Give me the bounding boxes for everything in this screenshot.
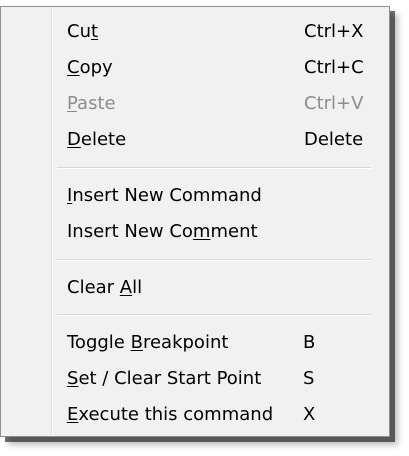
menu-item-label: Insert New Command <box>67 185 262 206</box>
menu-item-toggle-breakpoint[interactable]: Toggle Breakpoint B <box>67 325 373 361</box>
menu-item-copy[interactable]: Copy Ctrl+C <box>67 50 373 86</box>
menu-separator <box>57 314 371 316</box>
menu-item-delete[interactable]: Delete Delete <box>67 122 373 158</box>
menu-item-label: Copy <box>67 57 113 78</box>
menu-item-label: Set / Clear Start Point <box>67 368 262 389</box>
mnemonic-letter: t <box>90 21 99 42</box>
menu-item-insert-new-comment[interactable]: Insert New Comment <box>67 214 373 250</box>
menu-item-label: Execute this command <box>67 404 274 425</box>
menu-item-cut[interactable]: Cut Ctrl+X <box>67 14 373 50</box>
menu-item-shortcut: Ctrl+X <box>304 21 364 42</box>
mnemonic-letter: P <box>67 93 78 114</box>
menu-separator <box>57 259 371 261</box>
menu-item-label: Clear All <box>67 277 143 298</box>
menu-item-shortcut: X <box>303 404 316 425</box>
menu-item-label: Insert New Comment <box>67 221 258 242</box>
mnemonic-letter: S <box>67 368 79 389</box>
menu-item-insert-new-command[interactable]: Insert New Command <box>67 178 373 214</box>
mnemonic-letter: m <box>192 221 211 242</box>
menu-item-shortcut: Ctrl+C <box>304 57 364 78</box>
menu-icon-gutter-divider <box>51 9 53 434</box>
context-menu: Cut Ctrl+X Copy Ctrl+C Paste Ctrl+V Dele… <box>0 6 390 437</box>
mnemonic-letter: D <box>67 129 81 150</box>
menu-item-shortcut: Ctrl+V <box>304 93 364 114</box>
menu-item-label: Toggle Breakpoint <box>67 332 229 353</box>
menu-separator <box>57 167 371 169</box>
menu-item-paste: Paste Ctrl+V <box>67 86 373 122</box>
mnemonic-letter: E <box>67 404 79 425</box>
menu-item-set-clear-start-point[interactable]: Set / Clear Start Point S <box>67 361 373 397</box>
mnemonic-letter: C <box>67 57 80 78</box>
menu-item-shortcut: S <box>303 368 315 389</box>
menu-item-clear-all[interactable]: Clear All <box>67 270 373 306</box>
menu-item-label: Paste <box>67 93 116 114</box>
mnemonic-letter: B <box>130 332 143 353</box>
menu-item-label: Cut <box>67 21 99 42</box>
menu-item-shortcut: B <box>303 332 316 353</box>
menu-item-label: Delete <box>67 129 127 150</box>
menu-item-shortcut: Delete <box>304 129 364 150</box>
menu-item-execute-this-command[interactable]: Execute this command X <box>67 397 373 433</box>
mnemonic-letter: A <box>119 277 133 298</box>
